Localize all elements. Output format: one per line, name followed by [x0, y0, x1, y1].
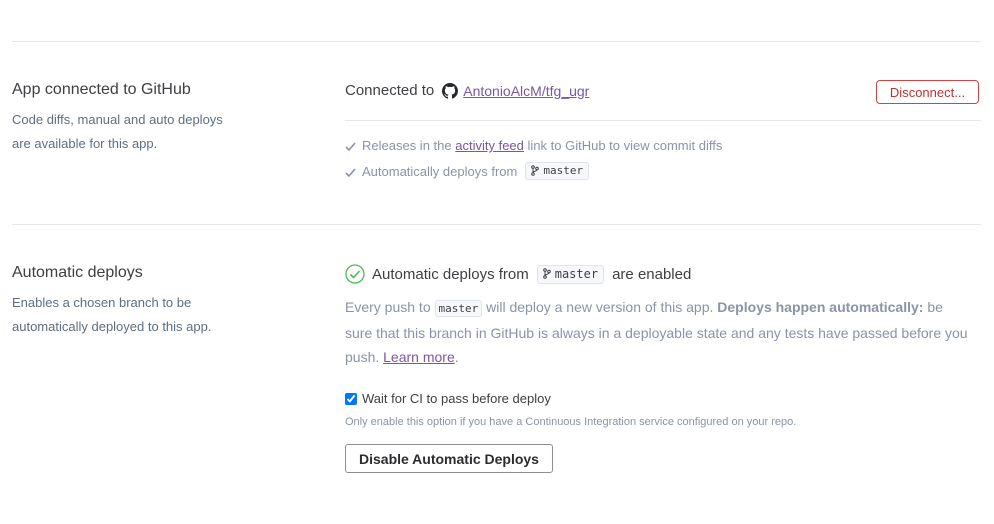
repo-link[interactable]: AntonioAlcM/tfg_ugr [463, 83, 589, 99]
check-icon [345, 140, 356, 152]
auto-deploy-info-line: Automatically deploys from master [345, 162, 590, 180]
release-info-line: Releases in the activity feed link to Gi… [345, 138, 722, 153]
auto-deploys-status: Automatic deploys from master are enable… [345, 264, 691, 284]
release-suffix: link to GitHub to view commit diffs [527, 138, 723, 153]
ci-hint: Only enable this option if you have a Co… [345, 416, 797, 428]
auto-deploy-prefix: Automatically deploys from [362, 163, 518, 179]
check-icon [345, 166, 356, 177]
status-branch-badge: master [536, 264, 605, 284]
status-suffix: are enabled [612, 265, 692, 283]
status-branch-name: master [554, 266, 599, 281]
release-prefix: Releases in the [362, 138, 452, 153]
connected-to-label: Connected to [345, 82, 435, 99]
wait-for-ci-label: Wait for CI to pass before deploy [362, 391, 551, 406]
ci-option[interactable]: Wait for CI to pass before deploy [345, 391, 551, 406]
github-inner-divider [345, 120, 981, 121]
branch-badge: master [525, 162, 590, 180]
success-check-icon [345, 264, 365, 284]
disconnect-button[interactable]: Disconnect... [876, 80, 979, 104]
github-section-title: App connected to GitHub [12, 81, 191, 98]
wait-for-ci-checkbox[interactable] [345, 392, 357, 405]
section-divider [12, 224, 981, 225]
info-prefix: Every push to [345, 299, 431, 315]
github-section-description: Code diffs, manual and auto deploys are … [12, 112, 223, 151]
info-branch-badge: master [434, 300, 483, 317]
connected-to-line: Connected to AntonioAlcM/tfg_ugr [345, 82, 589, 99]
github-icon [442, 82, 459, 99]
branch-name: master [543, 164, 584, 177]
git-branch-icon [542, 268, 551, 279]
top-divider [12, 41, 981, 42]
info-mid: will deploy a new version of this app. [486, 299, 714, 315]
disable-automatic-deploys-button[interactable]: Disable Automatic Deploys [345, 444, 553, 473]
activity-feed-link[interactable]: activity feed [455, 138, 524, 153]
status-prefix: Automatic deploys from [372, 265, 529, 283]
info-end: . [454, 349, 459, 365]
auto-deploys-section-description: Enables a chosen branch to be automatica… [12, 295, 212, 334]
git-branch-icon [531, 165, 540, 176]
auto-deploys-section-title: Automatic deploys [12, 264, 143, 281]
info-bold: Deploys happen automatically: [717, 299, 924, 315]
learn-more-link[interactable]: Learn more [383, 349, 455, 365]
auto-deploy-info: Every push to master will deploy a new v… [345, 295, 970, 369]
